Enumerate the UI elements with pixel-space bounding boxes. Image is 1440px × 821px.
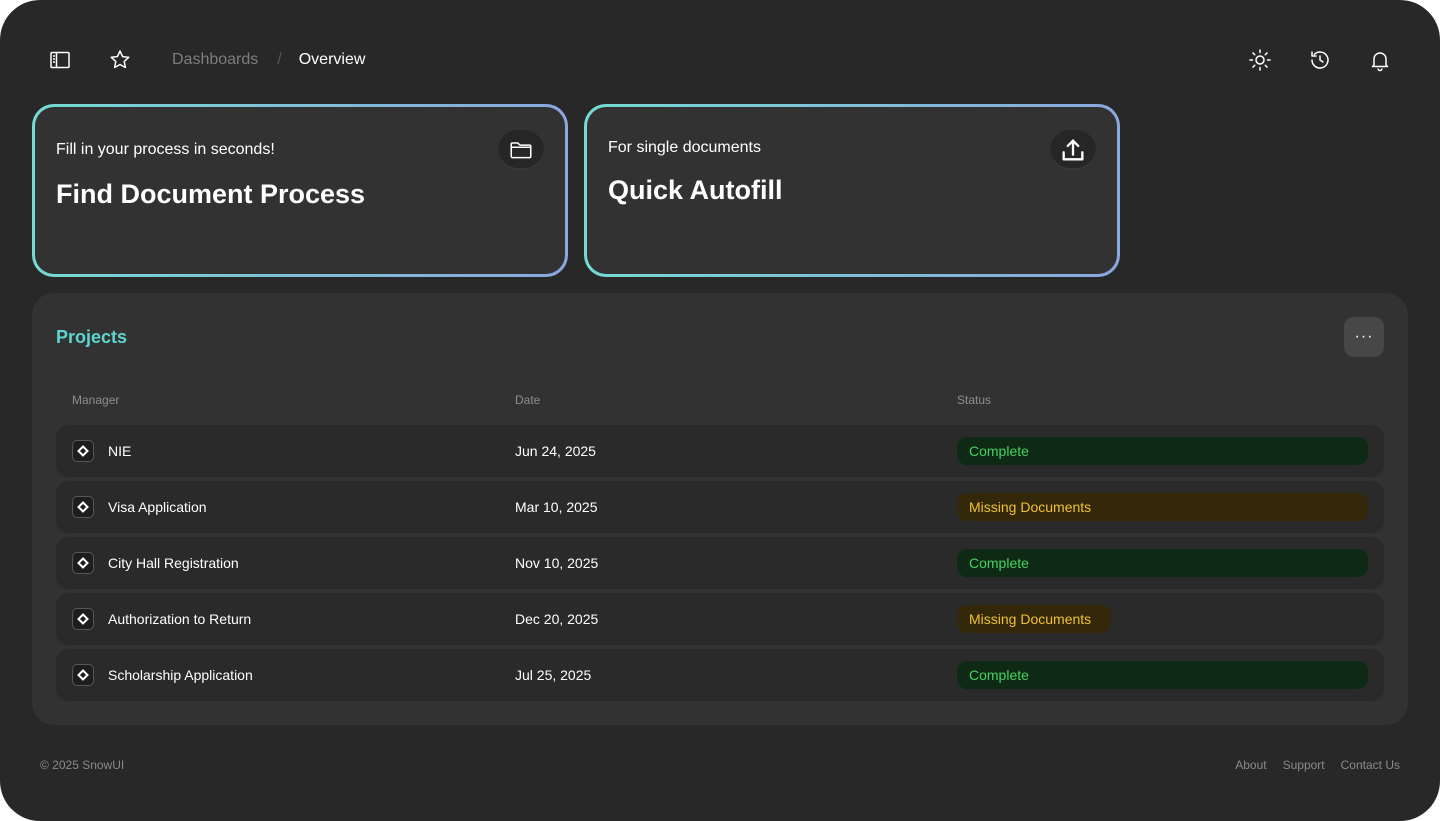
- date-cell: Jul 25, 2025: [515, 667, 592, 683]
- table-row[interactable]: Scholarship Application Jul 25, 2025 Com…: [56, 649, 1384, 701]
- app-window: Dashboards / Overview Fill in your proce…: [0, 0, 1440, 821]
- star-icon[interactable]: [100, 40, 140, 80]
- find-document-process-card[interactable]: Fill in your process in seconds! Find Do…: [32, 104, 568, 277]
- copyright: © 2025 SnowUI: [40, 758, 125, 772]
- manager-name: NIE: [108, 443, 132, 459]
- card-title: Quick Autofill: [608, 175, 783, 205]
- more-options-button[interactable]: ···: [1344, 317, 1384, 357]
- footer-link-contact[interactable]: Contact Us: [1341, 758, 1400, 772]
- breadcrumb-dashboards[interactable]: Dashboards: [172, 50, 258, 70]
- project-icon: [72, 552, 94, 574]
- date-cell: Nov 10, 2025: [515, 555, 599, 571]
- manager-name: Authorization to Return: [108, 611, 252, 627]
- manager-cell: Visa Application: [72, 481, 207, 533]
- card-title: Find Document Process: [56, 179, 366, 209]
- date-cell: Dec 20, 2025: [515, 611, 599, 627]
- bell-icon[interactable]: [1360, 40, 1400, 80]
- footer-link-support[interactable]: Support: [1283, 758, 1325, 772]
- manager-name: Scholarship Application: [108, 667, 253, 683]
- card-subtitle: For single documents: [608, 139, 761, 156]
- column-header-manager: Manager: [72, 393, 120, 407]
- projects-panel: Projects ··· Manager Date Status NIE Jun…: [32, 293, 1408, 725]
- card-body: Fill in your process in seconds! Find Do…: [35, 107, 565, 274]
- date-cell: Mar 10, 2025: [515, 499, 598, 515]
- breadcrumb-current: Overview: [298, 51, 366, 68]
- manager-name: City Hall Registration: [108, 555, 239, 571]
- card-body: For single documents Quick Autofill: [587, 107, 1117, 274]
- table-header: Manager Date Status: [56, 393, 1384, 409]
- footer-links: About Support Contact Us: [1235, 758, 1400, 772]
- project-icon: [72, 664, 94, 686]
- card-subtitle: Fill in your process in seconds!: [56, 141, 275, 158]
- sidebar-toggle-icon[interactable]: [40, 40, 80, 80]
- project-icon: [72, 440, 94, 462]
- breadcrumb: Dashboards / Overview: [172, 50, 365, 70]
- column-header-status: Status: [957, 393, 992, 407]
- breadcrumb-separator: /: [277, 51, 282, 68]
- project-icon: [72, 496, 94, 518]
- table-row[interactable]: Authorization to Return Dec 20, 2025 Mis…: [56, 593, 1384, 645]
- projects-title: Projects: [56, 327, 128, 347]
- status-badge: Missing Documents: [957, 493, 1368, 521]
- table-row[interactable]: NIE Jun 24, 2025 Complete: [56, 425, 1384, 477]
- status-badge: Missing Documents: [957, 605, 1111, 633]
- table-row[interactable]: Visa Application Mar 10, 2025 Missing Do…: [56, 481, 1384, 533]
- folder-icon[interactable]: [498, 130, 544, 170]
- history-icon[interactable]: [1300, 40, 1340, 80]
- top-bar: Dashboards / Overview: [0, 0, 1440, 120]
- sun-icon[interactable]: [1240, 40, 1280, 80]
- footer-link-about[interactable]: About: [1235, 758, 1266, 772]
- column-header-date: Date: [515, 393, 541, 407]
- status-badge: Complete: [957, 661, 1368, 689]
- manager-cell: City Hall Registration: [72, 537, 239, 589]
- table-row[interactable]: City Hall Registration Nov 10, 2025 Comp…: [56, 537, 1384, 589]
- date-cell: Jun 24, 2025: [515, 443, 596, 459]
- manager-cell: NIE: [72, 425, 131, 477]
- manager-name: Visa Application: [108, 499, 207, 515]
- manager-cell: Scholarship Application: [72, 649, 253, 701]
- quick-autofill-card[interactable]: For single documents Quick Autofill: [584, 104, 1120, 277]
- status-badge: Complete: [957, 437, 1368, 465]
- upload-icon[interactable]: [1050, 130, 1096, 170]
- project-icon: [72, 608, 94, 630]
- status-badge: Complete: [957, 549, 1368, 577]
- manager-cell: Authorization to Return: [72, 593, 251, 645]
